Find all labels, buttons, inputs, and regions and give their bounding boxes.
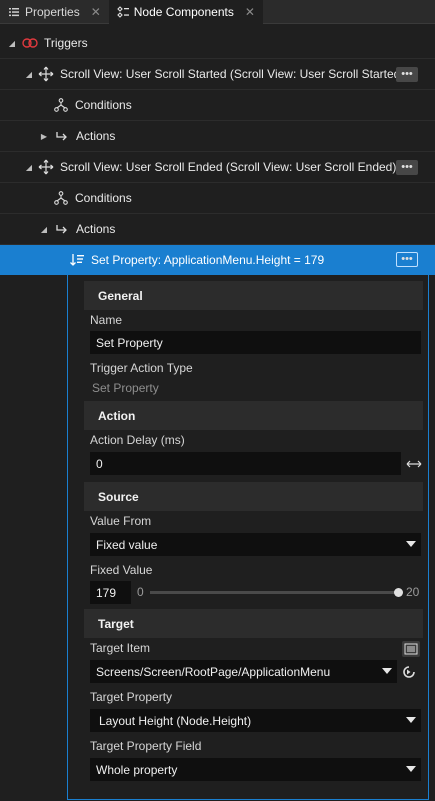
tree-item-conditions[interactable]: Conditions — [0, 90, 435, 121]
tree-item-label: Scroll View: User Scroll Started (Scroll… — [60, 67, 398, 81]
chevron-down-icon[interactable]: ◢ — [39, 224, 49, 234]
tab-node-components-label: Node Components — [133, 5, 234, 19]
fixed-value-slider[interactable] — [150, 591, 398, 594]
dropdown-arrow-icon — [406, 766, 416, 772]
conditions-icon — [52, 190, 70, 206]
close-icon[interactable]: ✕ — [91, 5, 101, 19]
close-icon[interactable]: ✕ — [245, 5, 255, 19]
tree-item-trigger[interactable]: ◢ Scroll View: User Scroll Ended (Scroll… — [0, 152, 435, 183]
more-options-button[interactable]: ••• — [396, 160, 418, 175]
fixed-value-field[interactable]: 179 — [90, 581, 131, 604]
name-field[interactable]: Set Property — [90, 331, 421, 354]
drag-value-icon[interactable] — [406, 457, 422, 471]
trigger-action-type-label: Trigger Action Type — [90, 361, 193, 375]
tree-item-label: Scroll View: User Scroll Ended (Scroll V… — [60, 160, 397, 174]
section-header-general: General — [84, 281, 423, 310]
target-property-label: Target Property — [90, 690, 173, 704]
tab-bar: Properties ✕ Node Components ✕ — [0, 0, 435, 24]
more-options-button[interactable]: ••• — [396, 67, 418, 82]
tree-item-label: Actions — [76, 222, 116, 236]
target-property-field-value: Whole property — [96, 762, 178, 777]
node-components-icon — [116, 6, 129, 18]
tree-item-label: Set Property: ApplicationMenu.Height = 1… — [91, 252, 325, 267]
value-from-selected: Fixed value — [96, 537, 158, 552]
property-panel: General Name Set Property Trigger Action… — [67, 275, 429, 800]
chevron-right-icon[interactable]: ▶ — [39, 131, 49, 141]
tree-item-label: Conditions — [75, 98, 132, 112]
value-from-label: Value From — [90, 514, 152, 528]
tree-item-set-property-action[interactable]: Set Property: ApplicationMenu.Height = 1… — [0, 245, 435, 275]
tab-properties[interactable]: Properties ✕ — [0, 0, 109, 24]
target-property-field-label: Target Property Field — [90, 739, 202, 753]
tree-item-conditions[interactable]: Conditions — [0, 183, 435, 214]
go-to-target-icon[interactable] — [401, 664, 417, 680]
trigger-action-type-value: Set Property — [92, 381, 159, 395]
tree-item-label: Conditions — [75, 191, 132, 205]
dropdown-arrow-icon — [406, 541, 416, 547]
more-options-button[interactable]: ••• — [396, 252, 418, 267]
tree-item-actions[interactable]: ▶ Actions — [0, 121, 435, 152]
value-from-dropdown[interactable]: Fixed value — [90, 533, 421, 556]
pick-target-icon[interactable] — [402, 641, 420, 657]
slider-max-label: 20 — [406, 585, 420, 599]
tree-item-triggers[interactable]: ◢ Triggers — [0, 28, 435, 59]
list-icon — [8, 6, 20, 18]
actions-icon — [53, 128, 71, 144]
actions-icon — [53, 221, 71, 237]
move-icon — [37, 66, 55, 82]
chevron-down-icon[interactable]: ◢ — [24, 162, 34, 172]
dropdown-arrow-icon — [406, 717, 416, 723]
set-property-icon — [68, 252, 86, 268]
action-delay-field[interactable]: 0 — [90, 452, 401, 475]
tab-properties-label: Properties — [25, 5, 80, 19]
tree-item-trigger[interactable]: ◢ Scroll View: User Scroll Started (Scro… — [0, 59, 435, 90]
chevron-down-icon[interactable]: ◢ — [24, 69, 34, 79]
target-property-value: Layout Height (Node.Height) — [99, 713, 252, 728]
tab-node-components[interactable]: Node Components ✕ — [108, 0, 263, 24]
section-header-source: Source — [84, 482, 423, 511]
dropdown-arrow-icon — [382, 668, 392, 674]
action-delay-label: Action Delay (ms) — [90, 433, 185, 447]
target-item-value: Screens/Screen/RootPage/ApplicationMenu — [96, 664, 331, 679]
target-item-dropdown[interactable]: Screens/Screen/RootPage/ApplicationMenu — [90, 660, 397, 683]
trigger-icon — [21, 35, 39, 51]
target-property-field-dropdown[interactable]: Whole property — [90, 758, 421, 781]
name-label: Name — [90, 313, 123, 327]
tree-item-actions[interactable]: ◢ Actions — [0, 214, 435, 245]
section-header-target: Target — [84, 609, 423, 638]
move-icon — [37, 159, 55, 175]
fixed-value-label: Fixed Value — [90, 563, 153, 577]
section-header-action: Action — [84, 401, 423, 430]
conditions-icon — [52, 97, 70, 113]
slider-thumb[interactable] — [394, 588, 403, 597]
tree-item-label: Actions — [76, 129, 116, 143]
tree-item-label: Triggers — [44, 36, 88, 50]
target-property-dropdown[interactable]: Layout Height (Node.Height) — [90, 709, 421, 732]
slider-min-label: 0 — [137, 585, 144, 599]
target-item-label: Target Item — [90, 641, 151, 655]
chevron-down-icon[interactable]: ◢ — [7, 38, 17, 48]
